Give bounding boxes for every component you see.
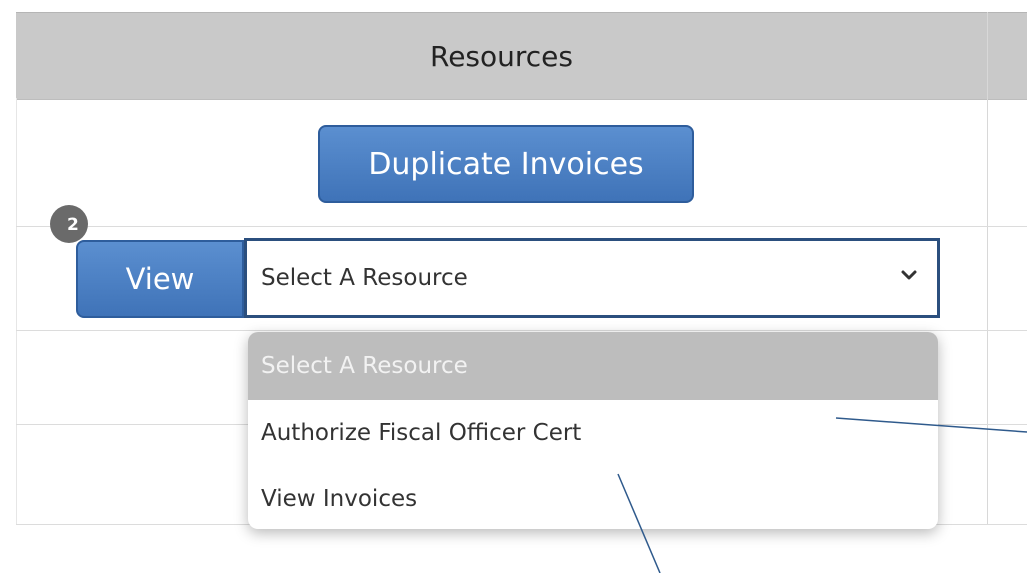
option-view-invoices[interactable]: View Invoices [248, 466, 938, 529]
row-divider [16, 330, 1027, 331]
duplicate-invoices-button[interactable]: Duplicate Invoices [318, 125, 694, 203]
chevron-down-icon[interactable] [898, 262, 920, 290]
header-title: Resources [430, 39, 573, 73]
step-badge: 2 [50, 205, 88, 243]
resource-select[interactable]: Select A Resource [244, 238, 940, 318]
view-button[interactable]: View [76, 240, 244, 318]
resource-dropdown-list: Select A Resource Authorize Fiscal Offic… [248, 332, 938, 529]
option-select-a-resource[interactable]: Select A Resource [248, 332, 938, 400]
table-left-border [16, 98, 17, 524]
column-divider [987, 12, 988, 524]
option-authorize-fiscal-officer-cert[interactable]: Authorize Fiscal Officer Cert [248, 400, 938, 466]
row-divider [16, 226, 1027, 227]
select-value: Select A Resource [261, 265, 468, 291]
top-edge [0, 0, 1027, 12]
resources-header: Resources [16, 12, 1027, 100]
